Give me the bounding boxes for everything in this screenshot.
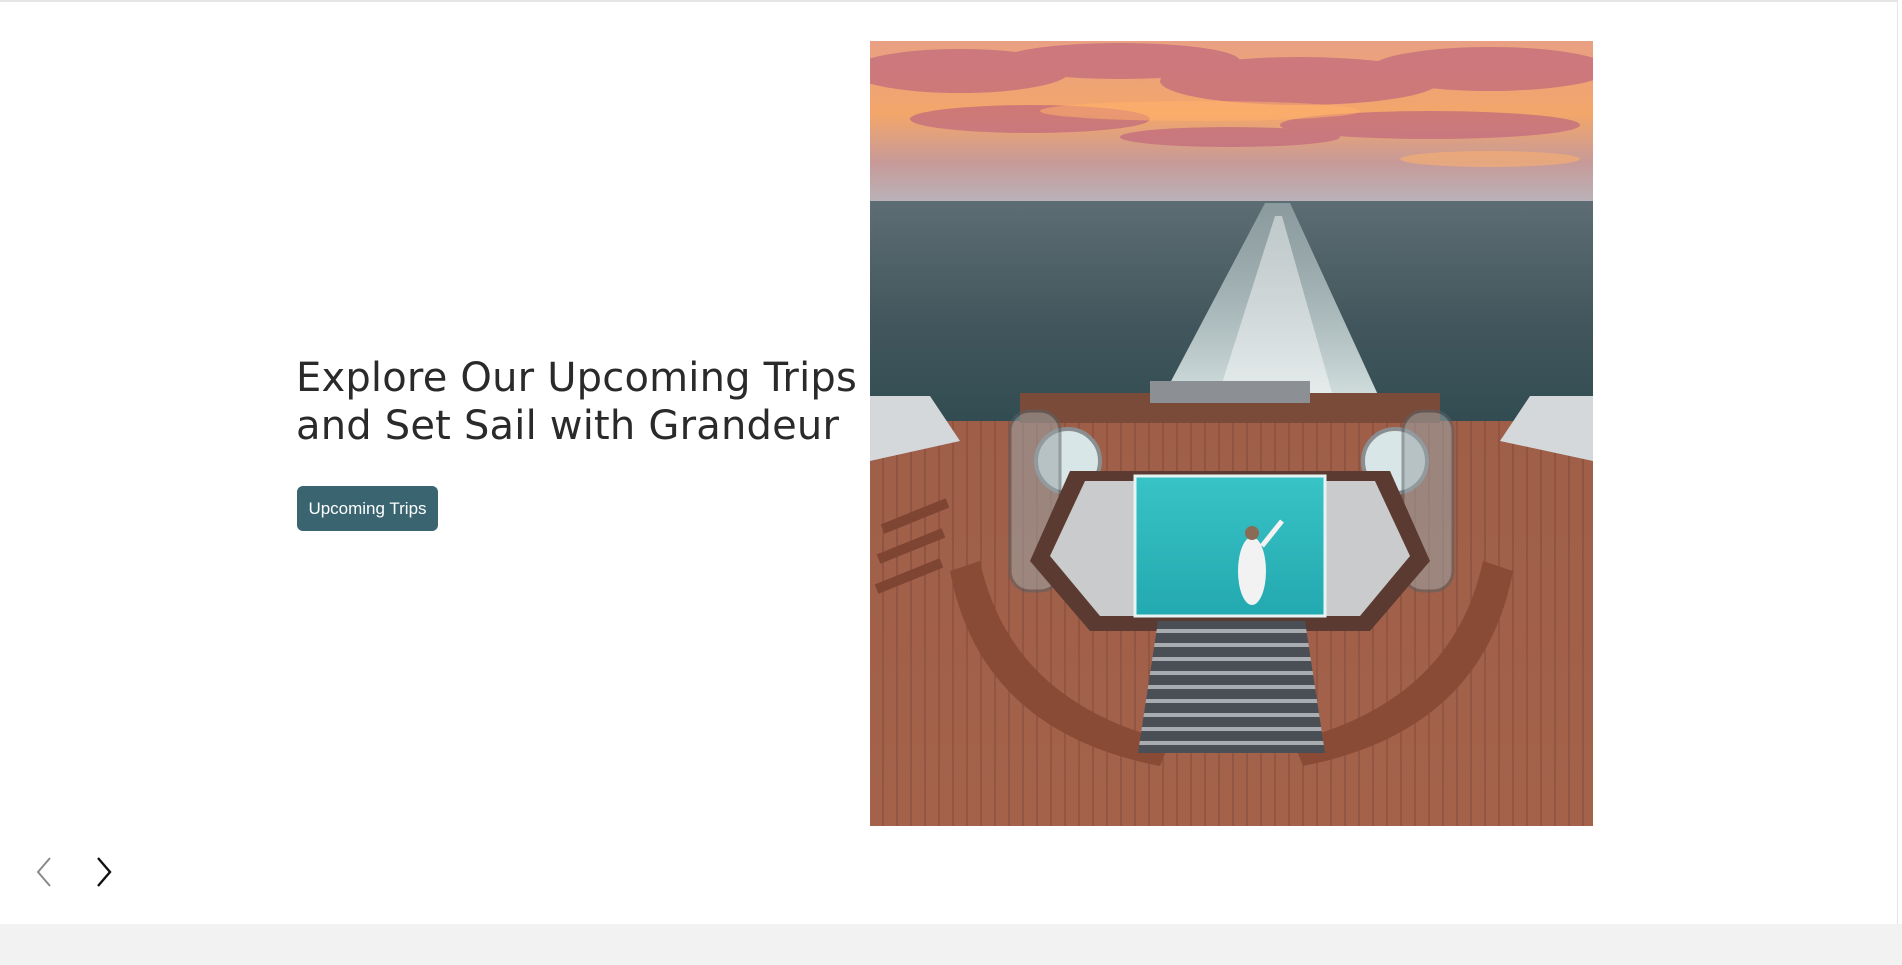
hero-slide: Explore Our Upcoming Trips and Set Sail …: [0, 2, 1897, 924]
chevron-left-icon: [36, 857, 51, 887]
headline-line-2: and Set Sail with Grandeur: [296, 403, 840, 449]
cruise-deck-photo: [870, 41, 1593, 826]
footer-band: [0, 924, 1902, 965]
hero-headline: Explore Our Upcoming Trips and Set Sail …: [296, 354, 858, 450]
carousel-next-button[interactable]: [88, 852, 120, 892]
chevron-right-icon: [97, 857, 112, 887]
upcoming-trips-button[interactable]: Upcoming Trips: [297, 486, 438, 531]
headline-line-1: Explore Our Upcoming Trips: [296, 355, 858, 401]
page: Explore Our Upcoming Trips and Set Sail …: [0, 0, 1902, 965]
page-edge-divider: [1897, 0, 1902, 924]
carousel-prev-button[interactable]: [28, 852, 60, 892]
